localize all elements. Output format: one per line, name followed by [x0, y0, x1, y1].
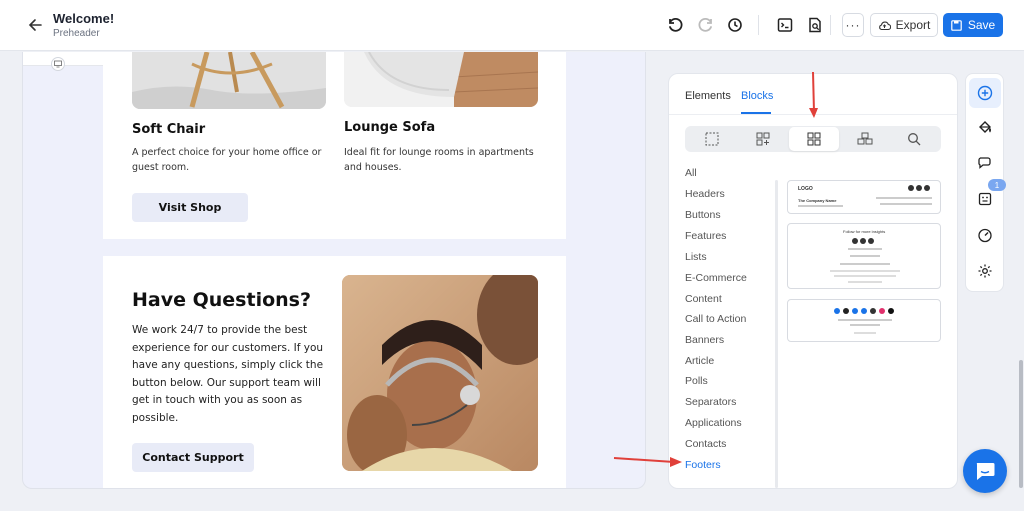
layout-add-grid-icon[interactable]	[738, 127, 788, 151]
page-title: Welcome!	[53, 11, 115, 26]
questions-text: We work 24/7 to provide the best experie…	[132, 324, 324, 424]
category-banners[interactable]: Banners	[685, 334, 724, 346]
email-canvas: Soft Chair A perfect choice for your hom…	[22, 52, 646, 489]
product-description: Ideal fit for lounge rooms in apartments…	[344, 147, 534, 173]
category-footers[interactable]: Footers	[685, 459, 721, 471]
category-features[interactable]: Features	[685, 230, 726, 242]
footer-template-1[interactable]: LOGO The Company Name	[787, 180, 941, 214]
product-title: Soft Chair	[132, 122, 206, 137]
save-button[interactable]: Save	[943, 13, 1003, 37]
chat-bubble-icon	[976, 463, 995, 480]
toolbar-divider	[830, 15, 831, 35]
add-block-icon[interactable]	[969, 78, 1001, 108]
category-article[interactable]: Article	[685, 355, 714, 367]
redo-icon[interactable]	[695, 14, 717, 36]
history-icon[interactable]	[724, 14, 746, 36]
category-applications[interactable]: Applications	[685, 417, 742, 429]
questions-heading: Have Questions?	[132, 289, 311, 311]
category-all[interactable]: All	[685, 167, 697, 179]
settings-gear-icon[interactable]	[969, 256, 1001, 286]
support-agents-image	[342, 275, 538, 471]
toolbar-divider	[758, 15, 759, 35]
support-block[interactable]: Have Questions? We work 24/7 to provide …	[103, 256, 566, 488]
contact-support-button[interactable]: Contact Support	[132, 443, 254, 472]
page-subtitle: Preheader	[53, 28, 100, 39]
layout-stack-icon[interactable]	[840, 127, 890, 151]
annotation-arrow-right	[613, 457, 682, 467]
visit-shop-button[interactable]: Visit Shop	[132, 193, 248, 222]
soft-chair-image	[132, 52, 326, 109]
back-arrow-icon[interactable]	[24, 14, 46, 36]
preview-icon[interactable]	[804, 14, 826, 36]
category-content[interactable]: Content	[685, 293, 722, 305]
category-headers[interactable]: Headers	[685, 188, 725, 200]
annotation-arrow-down	[809, 71, 818, 118]
product-title: Lounge Sofa	[344, 120, 436, 135]
category-call-to-action[interactable]: Call to Action	[685, 313, 746, 325]
product-description: A perfect choice for your home office or…	[132, 147, 322, 173]
speedometer-icon[interactable]	[969, 220, 1001, 250]
more-button[interactable]: ···	[842, 13, 864, 37]
notification-badge: 1	[988, 179, 1006, 191]
category-lists[interactable]: Lists	[685, 251, 707, 263]
blocks-panel: Elements Blocks All Headers Buttons Feat…	[668, 73, 958, 489]
category-separators[interactable]: Separators	[685, 396, 736, 408]
block-layout-switcher	[685, 126, 941, 152]
category-ecommerce[interactable]: E-Commerce	[685, 272, 747, 284]
search-icon[interactable]	[889, 127, 939, 151]
footer-template-2[interactable]: Follow for more insights	[787, 223, 941, 289]
category-buttons[interactable]: Buttons	[685, 209, 721, 221]
code-icon[interactable]	[774, 14, 796, 36]
comments-icon[interactable]	[969, 148, 1001, 178]
tab-elements[interactable]: Elements	[685, 90, 731, 102]
layout-grid-icon[interactable]	[789, 127, 839, 151]
footer-template-3[interactable]	[787, 299, 941, 342]
products-block[interactable]: Soft Chair A perfect choice for your hom…	[103, 52, 566, 239]
thumb-heading: Follow for more insights	[843, 229, 886, 234]
export-label: Export	[895, 18, 931, 32]
thumb-company: The Company Name	[798, 198, 837, 203]
layout-empty-icon[interactable]	[687, 127, 737, 151]
page-scrollbar[interactable]	[1019, 360, 1023, 488]
thumb-logo: LOGO	[798, 186, 813, 192]
export-button[interactable]: Export	[870, 13, 938, 37]
chat-support-button[interactable]	[963, 449, 1007, 493]
category-contacts[interactable]: Contacts	[685, 438, 726, 450]
lounge-sofa-image	[344, 52, 538, 107]
tab-blocks[interactable]: Blocks	[741, 90, 773, 102]
undo-icon[interactable]	[664, 14, 686, 36]
category-polls[interactable]: Polls	[685, 375, 708, 387]
top-toolbar: Welcome! Preheader ··· Export Save	[0, 0, 1024, 51]
floppy-disk-icon	[951, 19, 962, 31]
cloud-upload-icon	[878, 21, 891, 30]
paint-bucket-icon[interactable]	[969, 113, 1001, 143]
save-label: Save	[967, 18, 996, 32]
desktop-view-icon[interactable]	[51, 57, 65, 71]
category-scroll-track	[775, 180, 778, 488]
